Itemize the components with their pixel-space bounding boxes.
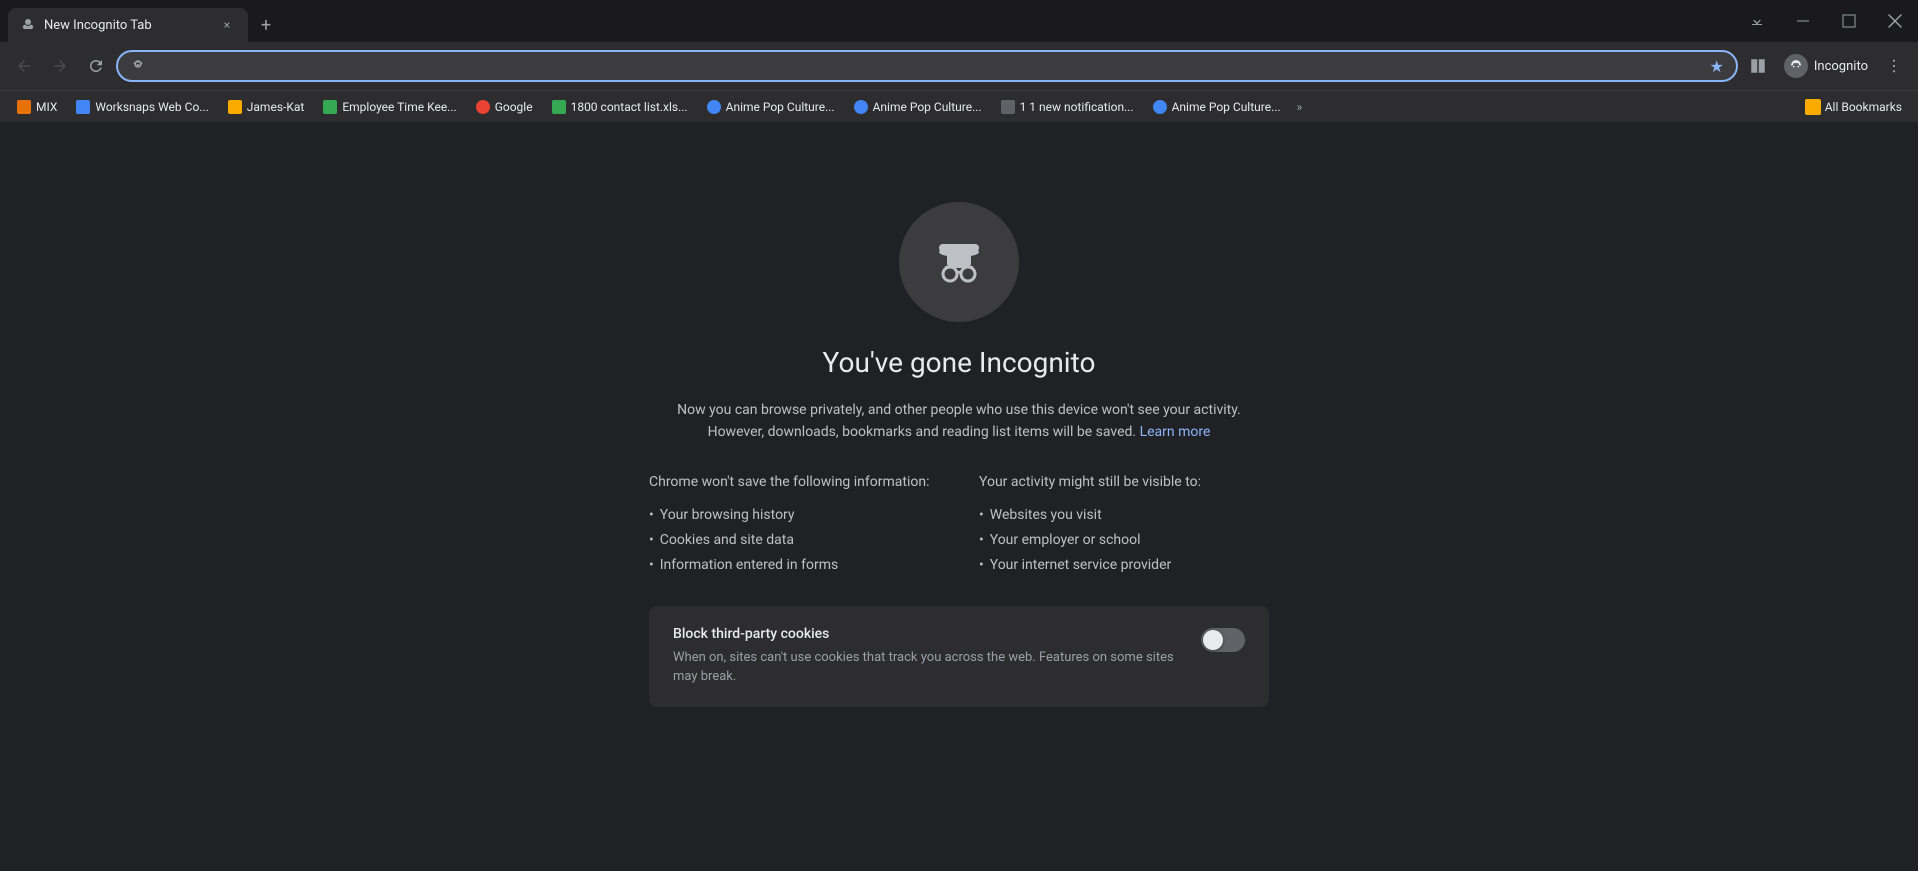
list-item: Your employer or school bbox=[979, 528, 1269, 553]
cookie-box: Block third-party cookies When on, sites… bbox=[649, 606, 1269, 707]
active-tab[interactable]: New Incognito Tab × bbox=[8, 8, 248, 42]
cookie-description: When on, sites can't use cookies that tr… bbox=[673, 648, 1185, 687]
bookmark-favicon-anime1 bbox=[706, 99, 722, 115]
bookmark-label-notif: 1 1 new notification... bbox=[1020, 100, 1134, 114]
cookie-toggle[interactable] bbox=[1201, 628, 1245, 652]
bookmark-favicon-1800 bbox=[551, 99, 567, 115]
bookmark-item-anime2[interactable]: Anime Pop Culture... bbox=[845, 95, 990, 119]
reload-button[interactable] bbox=[80, 50, 112, 82]
maximize-button[interactable] bbox=[1826, 0, 1872, 42]
cookie-text: Block third-party cookies When on, sites… bbox=[673, 626, 1185, 687]
downloads-icon[interactable] bbox=[1734, 0, 1780, 42]
bookmark-label-1800: 1800 contact list.xls... bbox=[571, 100, 688, 114]
nav-bar: ★ Incognito bbox=[0, 42, 1918, 90]
page-content: You've gone Incognito Now you can browse… bbox=[0, 122, 1918, 871]
chrome-menu-button[interactable] bbox=[1878, 50, 1910, 82]
bookmarks-more-button[interactable]: » bbox=[1291, 96, 1309, 118]
bookmark-label-anime2: Anime Pop Culture... bbox=[873, 100, 982, 114]
tab-title: New Incognito Tab bbox=[44, 18, 210, 33]
col-left-title: Chrome won't save the following informat… bbox=[649, 472, 939, 493]
bookmark-item-google[interactable]: Google bbox=[467, 95, 541, 119]
cookie-title: Block third-party cookies bbox=[673, 626, 1185, 642]
bookmark-label-google: Google bbox=[495, 100, 533, 114]
bookmark-label-anime1: Anime Pop Culture... bbox=[726, 100, 835, 114]
title-bar: New Incognito Tab × + bbox=[0, 0, 1918, 42]
split-view-button[interactable] bbox=[1742, 50, 1774, 82]
incognito-description: Now you can browse privately, and other … bbox=[659, 399, 1259, 444]
bookmark-star-icon[interactable]: ★ bbox=[1710, 57, 1724, 76]
list-item: Cookies and site data bbox=[649, 528, 939, 553]
incognito-icon bbox=[923, 226, 995, 298]
all-bookmarks-label: All Bookmarks bbox=[1825, 100, 1902, 114]
bookmark-item-mix[interactable]: MIX bbox=[8, 95, 65, 119]
tab-close-button[interactable]: × bbox=[218, 16, 236, 34]
all-bookmarks-folder-icon bbox=[1805, 99, 1821, 115]
bookmark-label-mix: MIX bbox=[36, 100, 57, 114]
close-button[interactable] bbox=[1872, 0, 1918, 42]
bookmark-favicon-mix bbox=[16, 99, 32, 115]
bookmark-item-employee[interactable]: Employee Time Kee... bbox=[314, 95, 464, 119]
bookmark-favicon-notif bbox=[1000, 99, 1016, 115]
incognito-title: You've gone Incognito bbox=[823, 346, 1096, 379]
bookmark-favicon-worksnaps bbox=[75, 99, 91, 115]
profile-label: Incognito bbox=[1814, 59, 1868, 74]
bookmark-favicon-james bbox=[227, 99, 243, 115]
address-bar[interactable]: ★ bbox=[116, 50, 1738, 82]
bookmark-item-anime3[interactable]: Anime Pop Culture... bbox=[1144, 95, 1289, 119]
bookmark-item-worksnaps[interactable]: Worksnaps Web Co... bbox=[67, 95, 216, 119]
cookie-toggle-container bbox=[1201, 628, 1245, 652]
nav-right-controls: Incognito bbox=[1742, 50, 1910, 82]
minimize-button[interactable] bbox=[1780, 0, 1826, 42]
bookmark-label-employee: Employee Time Kee... bbox=[342, 100, 456, 114]
avatar bbox=[1784, 54, 1808, 78]
toggle-thumb bbox=[1203, 630, 1223, 650]
profile-button[interactable]: Incognito bbox=[1776, 50, 1876, 82]
forward-button[interactable] bbox=[44, 50, 76, 82]
bookmark-item-james[interactable]: James-Kat bbox=[219, 95, 313, 119]
list-item: Websites you visit bbox=[979, 503, 1269, 528]
col-right-list: Websites you visit Your employer or scho… bbox=[979, 503, 1269, 578]
col-left-list: Your browsing history Cookies and site d… bbox=[649, 503, 939, 578]
bookmark-label-james: James-Kat bbox=[247, 100, 305, 114]
learn-more-link[interactable]: Learn more bbox=[1140, 424, 1211, 440]
info-col-left: Chrome won't save the following informat… bbox=[649, 472, 939, 578]
bookmark-favicon-google bbox=[475, 99, 491, 115]
address-favicon bbox=[130, 58, 146, 74]
bookmark-item-notif[interactable]: 1 1 new notification... bbox=[992, 95, 1142, 119]
bookmark-label-anime3: Anime Pop Culture... bbox=[1172, 100, 1281, 114]
bookmark-favicon-anime2 bbox=[853, 99, 869, 115]
info-columns: Chrome won't save the following informat… bbox=[649, 472, 1269, 578]
col-right-title: Your activity might still be visible to: bbox=[979, 472, 1269, 493]
all-bookmarks-button[interactable]: All Bookmarks bbox=[1797, 95, 1910, 119]
bookmark-item-anime1[interactable]: Anime Pop Culture... bbox=[698, 95, 843, 119]
window-controls bbox=[1734, 0, 1918, 42]
list-item: Information entered in forms bbox=[649, 553, 939, 578]
back-button[interactable] bbox=[8, 50, 40, 82]
incognito-icon-container bbox=[899, 202, 1019, 322]
list-item: Your browsing history bbox=[649, 503, 939, 528]
info-col-right: Your activity might still be visible to:… bbox=[979, 472, 1269, 578]
new-tab-button[interactable]: + bbox=[252, 11, 280, 39]
bookmark-favicon-anime3 bbox=[1152, 99, 1168, 115]
bookmarks-bar: MIX Worksnaps Web Co... James-Kat Employ… bbox=[0, 90, 1918, 122]
bookmark-favicon-employee bbox=[322, 99, 338, 115]
bookmark-label-worksnaps: Worksnaps Web Co... bbox=[95, 100, 208, 114]
bookmark-item-1800[interactable]: 1800 contact list.xls... bbox=[543, 95, 696, 119]
list-item: Your internet service provider bbox=[979, 553, 1269, 578]
tab-favicon bbox=[20, 17, 36, 33]
